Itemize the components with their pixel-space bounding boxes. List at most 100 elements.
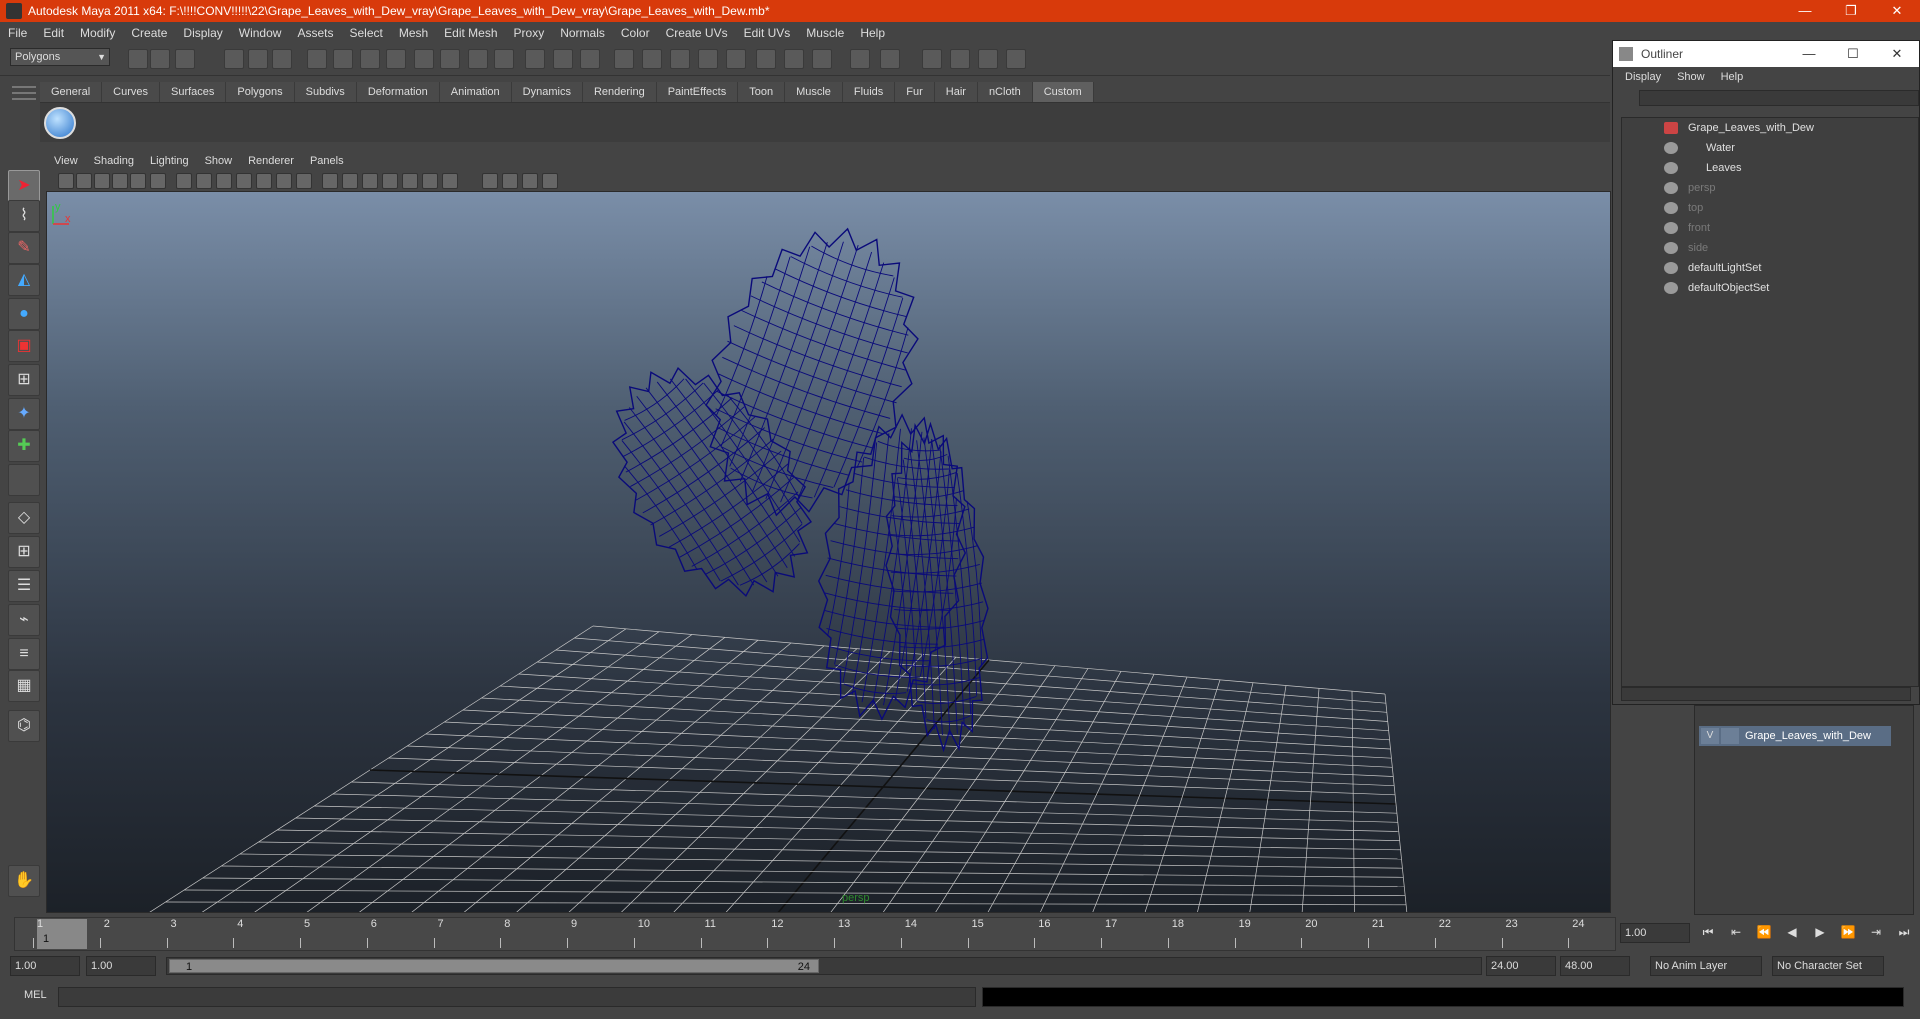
- status-line-tool-icon[interactable]: [880, 49, 900, 69]
- shelf-tab-ncloth[interactable]: nCloth: [977, 82, 1033, 102]
- menu-window[interactable]: Window: [231, 26, 290, 40]
- outliner-item-defaultlightset[interactable]: defaultLightSet: [1622, 258, 1918, 278]
- status-line-tool-icon[interactable]: [978, 49, 998, 69]
- viewport-tool-icon[interactable]: [362, 173, 378, 189]
- menu-edit-uvs[interactable]: Edit UVs: [736, 26, 799, 40]
- viewport-tool-icon[interactable]: [176, 173, 192, 189]
- shelf-tab-muscle[interactable]: Muscle: [785, 82, 843, 102]
- menu-edit[interactable]: Edit: [35, 26, 72, 40]
- outliner-menu-help[interactable]: Help: [1713, 71, 1752, 83]
- outliner-item-front[interactable]: front: [1622, 218, 1918, 238]
- outliner-menu-show[interactable]: Show: [1669, 71, 1713, 83]
- graph-editor-layout-icon[interactable]: ⌁: [8, 604, 40, 636]
- status-line-tool-icon[interactable]: [150, 49, 170, 69]
- viewport-tool-icon[interactable]: [382, 173, 398, 189]
- viewport-tool-icon[interactable]: [76, 173, 92, 189]
- outliner-item-grape-leaves-with-dew[interactable]: Grape_Leaves_with_Dew: [1622, 118, 1918, 138]
- playback-end-field[interactable]: 24.00: [1486, 956, 1556, 976]
- shelf-tab-hair[interactable]: Hair: [934, 82, 978, 102]
- shelf-tab-fluids[interactable]: Fluids: [842, 82, 896, 102]
- playback-start-field[interactable]: 1.00: [86, 956, 156, 976]
- status-line-tool-icon[interactable]: [248, 49, 268, 69]
- perspective-viewport[interactable]: persp y x: [46, 191, 1611, 913]
- viewport-tool-icon[interactable]: [542, 173, 558, 189]
- paint-select-tool-icon[interactable]: ✎: [8, 232, 40, 264]
- viewport-menu-view[interactable]: View: [46, 155, 86, 167]
- status-line-tool-icon[interactable]: [950, 49, 970, 69]
- show-manipulator-icon[interactable]: ✚: [8, 430, 40, 462]
- menu-select[interactable]: Select: [341, 26, 390, 40]
- menu-display[interactable]: Display: [175, 26, 230, 40]
- outliner-maximize-button[interactable]: ☐: [1831, 41, 1875, 67]
- status-line-tool-icon[interactable]: [922, 49, 942, 69]
- status-line-tool-icon[interactable]: [386, 49, 406, 69]
- shelf-tab-toon[interactable]: Toon: [738, 82, 786, 102]
- leaf-mesh-right-small[interactable]: [801, 407, 983, 728]
- scene-canvas[interactable]: [47, 192, 1611, 913]
- last-tool-icon[interactable]: [8, 464, 40, 496]
- viewport-tool-icon[interactable]: [422, 173, 438, 189]
- step-back-frame-icon[interactable]: ⏪: [1750, 925, 1778, 940]
- menu-mesh[interactable]: Mesh: [391, 26, 436, 40]
- viewport-tool-icon[interactable]: [342, 173, 358, 189]
- step-back-key-icon[interactable]: ⇤: [1722, 925, 1750, 940]
- viewport-tool-icon[interactable]: [94, 173, 110, 189]
- shelf-tab-subdivs[interactable]: Subdivs: [294, 82, 357, 102]
- status-line-tool-icon[interactable]: [360, 49, 380, 69]
- shelf-tab-dynamics[interactable]: Dynamics: [511, 82, 583, 102]
- menu-help[interactable]: Help: [852, 26, 893, 40]
- shelf-tab-animation[interactable]: Animation: [439, 82, 512, 102]
- outliner-item-water[interactable]: Water: [1622, 138, 1918, 158]
- go-to-end-icon[interactable]: ⏭: [1890, 925, 1918, 940]
- viewport-tool-icon[interactable]: [276, 173, 292, 189]
- lasso-tool-icon[interactable]: ⌇: [8, 200, 40, 232]
- script-editor-icon[interactable]: ⌬: [8, 710, 40, 742]
- universal-manipulator-icon[interactable]: ⊞: [8, 364, 40, 396]
- outliner-item-persp[interactable]: persp: [1622, 178, 1918, 198]
- outliner-item-top[interactable]: top: [1622, 198, 1918, 218]
- viewport-tool-icon[interactable]: [482, 173, 498, 189]
- range-slider[interactable]: 1 24: [166, 957, 1482, 975]
- status-line-tool-icon[interactable]: [670, 49, 690, 69]
- menu-assets[interactable]: Assets: [289, 26, 341, 40]
- status-line-tool-icon[interactable]: [1006, 49, 1026, 69]
- status-line-tool-icon[interactable]: [850, 49, 870, 69]
- step-forward-frame-icon[interactable]: ⏩: [1834, 925, 1862, 940]
- viewport-menu-shading[interactable]: Shading: [86, 155, 142, 167]
- viewport-tool-icon[interactable]: [196, 173, 212, 189]
- viewport-tool-icon[interactable]: [58, 173, 74, 189]
- shelf-tab-rendering[interactable]: Rendering: [582, 82, 657, 102]
- status-line-tool-icon[interactable]: [553, 49, 573, 69]
- outliner-item-leaves[interactable]: Leaves: [1622, 158, 1918, 178]
- range-slider-thumb[interactable]: 1 24: [169, 959, 819, 973]
- single-perspective-layout-icon[interactable]: ◇: [8, 502, 40, 534]
- hypershade-layout-icon[interactable]: ≡: [8, 638, 40, 670]
- viewport-menu-lighting[interactable]: Lighting: [142, 155, 197, 167]
- shelf-tab-polygons[interactable]: Polygons: [226, 82, 295, 102]
- status-line-tool-icon[interactable]: [580, 49, 600, 69]
- layer-row[interactable]: V Grape_Leaves_with_Dew: [1699, 726, 1891, 746]
- outliner-item-defaultobjectset[interactable]: defaultObjectSet: [1622, 278, 1918, 298]
- layer-display-type-toggle[interactable]: [1721, 728, 1739, 744]
- viewport-tool-icon[interactable]: [236, 173, 252, 189]
- select-tool-icon[interactable]: ➤: [8, 170, 40, 202]
- move-tool-icon[interactable]: ◭: [8, 264, 40, 296]
- viewport-menu-show[interactable]: Show: [197, 155, 241, 167]
- menu-normals[interactable]: Normals: [552, 26, 613, 40]
- menu-color[interactable]: Color: [613, 26, 658, 40]
- close-button[interactable]: ✕: [1874, 0, 1920, 22]
- status-line-tool-icon[interactable]: [525, 49, 545, 69]
- end-time-field[interactable]: 48.00: [1560, 956, 1630, 976]
- step-forward-key-icon[interactable]: ⇥: [1862, 925, 1890, 940]
- status-line-tool-icon[interactable]: [494, 49, 514, 69]
- outliner-layout-icon[interactable]: ☰: [8, 570, 40, 602]
- outliner-item-side[interactable]: side: [1622, 238, 1918, 258]
- play-backwards-icon[interactable]: ◀: [1778, 925, 1806, 940]
- outliner-tree[interactable]: Grape_Leaves_with_Dew Water Leaves persp top…: [1621, 117, 1919, 687]
- anim-layer-dropdown[interactable]: No Anim Layer: [1650, 956, 1762, 976]
- custom-shelf-check-icon[interactable]: [44, 107, 76, 139]
- viewport-tool-icon[interactable]: [112, 173, 128, 189]
- go-to-start-icon[interactable]: ⏮: [1694, 925, 1722, 940]
- soft-mod-tool-icon[interactable]: ✦: [8, 398, 40, 430]
- viewport-tool-icon[interactable]: [502, 173, 518, 189]
